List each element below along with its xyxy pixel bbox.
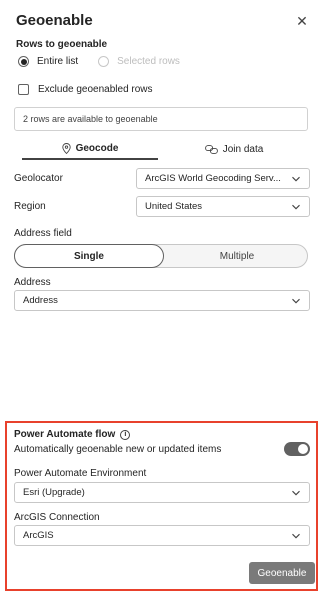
selected-rows-label: Selected rows <box>117 56 180 67</box>
address-value: Address <box>23 295 58 306</box>
exclude-geoenabled-label: Exclude geoenabled rows <box>38 84 153 95</box>
location-pin-icon <box>61 142 71 154</box>
chevron-down-icon <box>292 490 300 496</box>
geolocator-label: Geolocator <box>14 173 63 184</box>
geoenable-button[interactable]: Geoenable <box>249 562 315 584</box>
tab-join-data-label: Join data <box>222 143 264 155</box>
power-automate-title-text: Power Automate flow <box>14 429 116 440</box>
address-label: Address <box>14 277 51 288</box>
entire-list-radio[interactable] <box>18 56 29 67</box>
tab-geocode-label: Geocode <box>75 142 119 154</box>
chevron-down-icon <box>292 298 300 304</box>
exclude-geoenabled-row[interactable]: Exclude geoenabled rows <box>18 84 153 95</box>
arcgis-connection-label: ArcGIS Connection <box>14 512 100 523</box>
rows-available-info: 2 rows are available to geoenable <box>14 107 308 131</box>
chevron-down-icon <box>292 533 300 539</box>
panel-title: Geoenable <box>16 12 93 29</box>
chevron-down-icon <box>292 176 300 182</box>
region-label: Region <box>14 201 46 212</box>
address-field-segmented: Single Multiple <box>14 244 308 268</box>
info-icon[interactable]: i <box>120 429 131 440</box>
link-icon <box>204 144 218 154</box>
tab-join-data[interactable]: Join data <box>164 138 304 160</box>
rows-radio-group: Entire list Selected rows <box>18 56 180 67</box>
geolocator-value: ArcGIS World Geocoding Serv... <box>145 173 281 184</box>
region-value: United States <box>145 201 203 212</box>
close-icon[interactable]: ✕ <box>294 13 310 29</box>
address-select[interactable]: Address <box>14 290 310 311</box>
exclude-geoenabled-checkbox[interactable] <box>18 84 29 95</box>
arcgis-connection-select[interactable]: ArcGIS <box>14 525 310 546</box>
tab-list: Geocode Join data <box>14 138 308 160</box>
auto-geoenable-label: Automatically geoenable new or updated i… <box>14 444 222 455</box>
arcgis-connection-value: ArcGIS <box>23 530 54 541</box>
geoenable-panel: Geoenable ✕ Rows to geoenable Entire lis… <box>0 0 320 598</box>
selected-rows-radio[interactable] <box>98 56 110 67</box>
environment-label: Power Automate Environment <box>14 468 147 479</box>
tab-geocode[interactable]: Geocode <box>22 138 158 160</box>
environment-value: Esri (Upgrade) <box>23 487 85 498</box>
region-select[interactable]: United States <box>136 196 310 217</box>
auto-geoenable-toggle[interactable] <box>284 442 310 456</box>
entire-list-label: Entire list <box>37 56 79 67</box>
segment-single[interactable]: Single <box>14 244 164 268</box>
chevron-down-icon <box>292 204 300 210</box>
geolocator-select[interactable]: ArcGIS World Geocoding Serv... <box>136 168 310 189</box>
power-automate-title: Power Automate flow i <box>14 429 131 440</box>
rows-to-geoenable-label: Rows to geoenable <box>16 39 108 50</box>
segment-multiple[interactable]: Multiple <box>165 244 309 268</box>
environment-select[interactable]: Esri (Upgrade) <box>14 482 310 503</box>
address-field-label: Address field <box>14 228 72 239</box>
